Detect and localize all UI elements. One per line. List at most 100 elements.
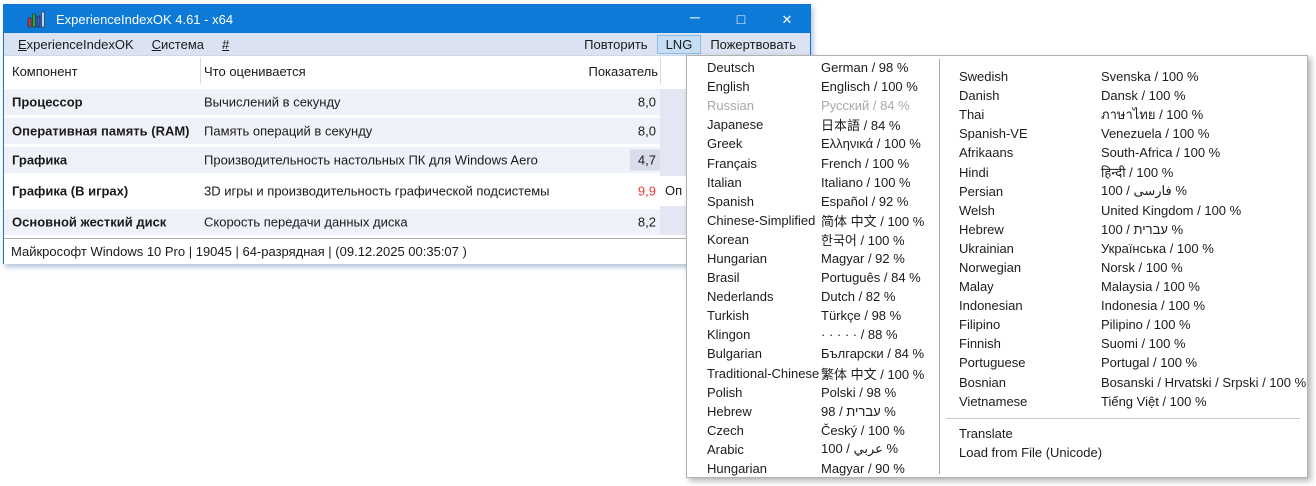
lang-item-welsh[interactable]: Welsh United Kingdom / 100 % (940, 201, 1306, 220)
column-header-description[interactable]: Что оценивается (204, 64, 306, 79)
lang-name: Japanese (707, 117, 764, 133)
lang-translation: 100 / فارسی % (1101, 183, 1187, 199)
menu-footer-separator (946, 417, 1300, 419)
column-header-score[interactable]: Показатель (588, 64, 658, 79)
lang-item-danish[interactable]: Danish Dansk / 100 % (940, 86, 1306, 105)
lang-item-hebrew[interactable]: Hebrew 98 / עברית % (687, 402, 939, 421)
close-icon: ✕ (781, 11, 793, 27)
menu-item-translate[interactable]: Translate (940, 424, 1306, 444)
lang-name: Swedish (959, 69, 1009, 85)
menubar-item-item[interactable]: Система (143, 35, 213, 54)
lang-item-fran-ais[interactable]: Français French / 100 % (687, 153, 939, 172)
lang-name: Filipino (959, 317, 1001, 333)
lang-item-malay[interactable]: Malay Malaysia / 100 % (940, 277, 1306, 296)
lang-item-hungarian[interactable]: Hungarian Magyar / 90 % (687, 459, 939, 478)
lang-item-bosnian[interactable]: Bosnian Bosanski / Hrvatski / Srpski / 10… (940, 373, 1306, 392)
close-button[interactable]: ✕ (764, 5, 810, 33)
lang-translation: Türkçe / 98 % (821, 308, 902, 324)
lang-item-spanish-ve[interactable]: Spanish-VE Venezuela / 100 % (940, 124, 1306, 143)
lang-item-portuguese[interactable]: Portuguese Portugal / 100 % (940, 353, 1306, 372)
lang-item-finnish[interactable]: Finnish Suomi / 100 % (940, 334, 1306, 353)
lang-translation: United Kingdom / 100 % (1101, 202, 1242, 218)
description-cell: Скорость передачи данных диска (204, 214, 408, 230)
lang-translation: 100 / עברית % (1101, 221, 1184, 237)
lang-item-turkish[interactable]: Turkish Türkçe / 98 % (687, 306, 939, 325)
column-header-component[interactable]: Компонент (12, 64, 78, 79)
lang-item-bulgarian[interactable]: Bulgarian Български / 84 % (687, 344, 939, 363)
lang-item-norwegian[interactable]: Norwegian Norsk / 100 % (940, 258, 1306, 277)
lang-translation: Pilipino / 100 % (1101, 317, 1191, 333)
lang-translation: हिन्दी / 100 % (1101, 165, 1174, 181)
lang-item-czech[interactable]: Czech Český / 100 % (687, 421, 939, 440)
maximize-button[interactable]: □ (718, 5, 764, 33)
lang-translation: Norsk / 100 % (1101, 259, 1183, 275)
header-separator (660, 58, 661, 84)
lang-translation: Български / 84 % (821, 346, 925, 362)
lang-item-deutsch[interactable]: Deutsch German / 98 % (687, 58, 939, 77)
header-separator (200, 58, 201, 84)
component-cell: Оперативная память (RAM) (12, 123, 190, 139)
lang-translation: Magyar / 92 % (821, 250, 905, 266)
lang-translation: Українська / 100 % (1101, 240, 1214, 256)
lang-translation: 100 / عربي % (821, 441, 899, 457)
lang-translation: Português / 84 % (821, 270, 921, 286)
lang-name: Malay (959, 279, 994, 295)
lang-name: Nederlands (707, 289, 774, 305)
lang-translation: Dutch / 82 % (821, 289, 896, 305)
lang-item-traditional-chinese[interactable]: Traditional-Chinese 繁体 中文 / 100 % (687, 364, 939, 383)
lang-item-afrikaans[interactable]: Afrikaans South-Africa / 100 % (940, 143, 1306, 162)
lang-name: Spanish-VE (959, 126, 1028, 142)
lang-translation: 日本語 / 84 % (821, 118, 901, 134)
lang-item-spanish[interactable]: Spanish Español / 92 % (687, 192, 939, 211)
lng-dropdown-menu: Deutsch German / 98 % English Englisch / 10… (686, 55, 1308, 478)
minimize-button[interactable]: ─ (672, 5, 718, 33)
lang-translation: Русский / 84 % (821, 98, 910, 114)
lang-item-chinese-simplified[interactable]: Chinese-Simplified 简体 中文 / 100 % (687, 211, 939, 230)
lang-translation: 98 / עברית % (821, 403, 896, 419)
lang-item-nederlands[interactable]: Nederlands Dutch / 82 % (687, 287, 939, 306)
menubar-item-lng[interactable]: LNG (656, 34, 702, 54)
menubar-item-item[interactable]: # (213, 35, 238, 54)
lang-translation: Polski / 98 % (821, 384, 897, 400)
minimize-icon: ─ (690, 9, 700, 25)
menubar-item-item[interactable]: Повторить (575, 35, 656, 54)
lang-item-vietnamese[interactable]: Vietnamese Tiếng Việt / 100 % (940, 392, 1306, 411)
titlebar: ExperienceIndexOK 4.61 - x64 ─ □ ✕ (4, 5, 810, 33)
lang-translation: 繁体 中文 / 100 % (821, 366, 925, 382)
lang-name: Spanish (707, 193, 754, 209)
lang-item-klingon[interactable]: Klingon · · · · · / 88 % (687, 325, 939, 344)
lang-name: Welsh (959, 202, 995, 218)
lang-item-japanese[interactable]: Japanese 日本語 / 84 % (687, 115, 939, 134)
lang-translation: South-Africa / 100 % (1101, 145, 1221, 161)
menubar-item-experienceindexok[interactable]: ExperienceIndexOK (9, 35, 143, 54)
lang-name: Hebrew (959, 221, 1004, 237)
lang-item-english[interactable]: English Englisch / 100 % (687, 77, 939, 96)
lang-item-hindi[interactable]: Hindi हिन्दी / 100 % (940, 162, 1306, 181)
lang-item-polish[interactable]: Polish Polski / 98 % (687, 383, 939, 402)
lang-item-hungarian[interactable]: Hungarian Magyar / 92 % (687, 249, 939, 268)
lang-item-persian[interactable]: Persian 100 / فارسی % (940, 182, 1306, 201)
menu-item-load-from-file-unicode[interactable]: Load from File (Unicode) (940, 443, 1306, 463)
score-cell: 8,0 (637, 94, 656, 110)
lang-item-arabic[interactable]: Arabic 100 / عربي % (687, 440, 939, 459)
lang-item-swedish[interactable]: Swedish Svenska / 100 % (940, 67, 1306, 86)
lang-item-russian[interactable]: Russian Русский / 84 % (687, 96, 939, 115)
lang-name: Danish (959, 88, 1000, 104)
lang-name: Français (707, 155, 757, 171)
lang-name: Klingon (707, 327, 751, 343)
component-cell: Графика (В играх) (12, 183, 129, 199)
lang-item-brasil[interactable]: Brasil Português / 84 % (687, 268, 939, 287)
lang-item-korean[interactable]: Korean 한국어 / 100 % (687, 230, 939, 249)
menubar-item-item[interactable]: Пожертвовать (701, 35, 805, 54)
lang-item-greek[interactable]: Greek Ελληνικά / 100 % (687, 134, 939, 153)
description-cell: Производительность настольных ПК для Win… (204, 152, 538, 168)
lang-item-filipino[interactable]: Filipino Pilipino / 100 % (940, 315, 1306, 334)
lang-item-hebrew[interactable]: Hebrew 100 / עברית % (940, 220, 1306, 239)
lang-item-thai[interactable]: Thai ภาษาไทย / 100 % (940, 105, 1306, 124)
app-bar-chart-icon (27, 11, 47, 28)
lang-item-ukrainian[interactable]: Ukrainian Українська / 100 % (940, 239, 1306, 258)
score-cell: 8,0 (637, 123, 656, 139)
lang-item-indonesian[interactable]: Indonesian Indonesia / 100 % (940, 296, 1306, 315)
lang-item-italian[interactable]: Italian Italiano / 100 % (687, 173, 939, 192)
lang-name: Hungarian (707, 250, 767, 266)
